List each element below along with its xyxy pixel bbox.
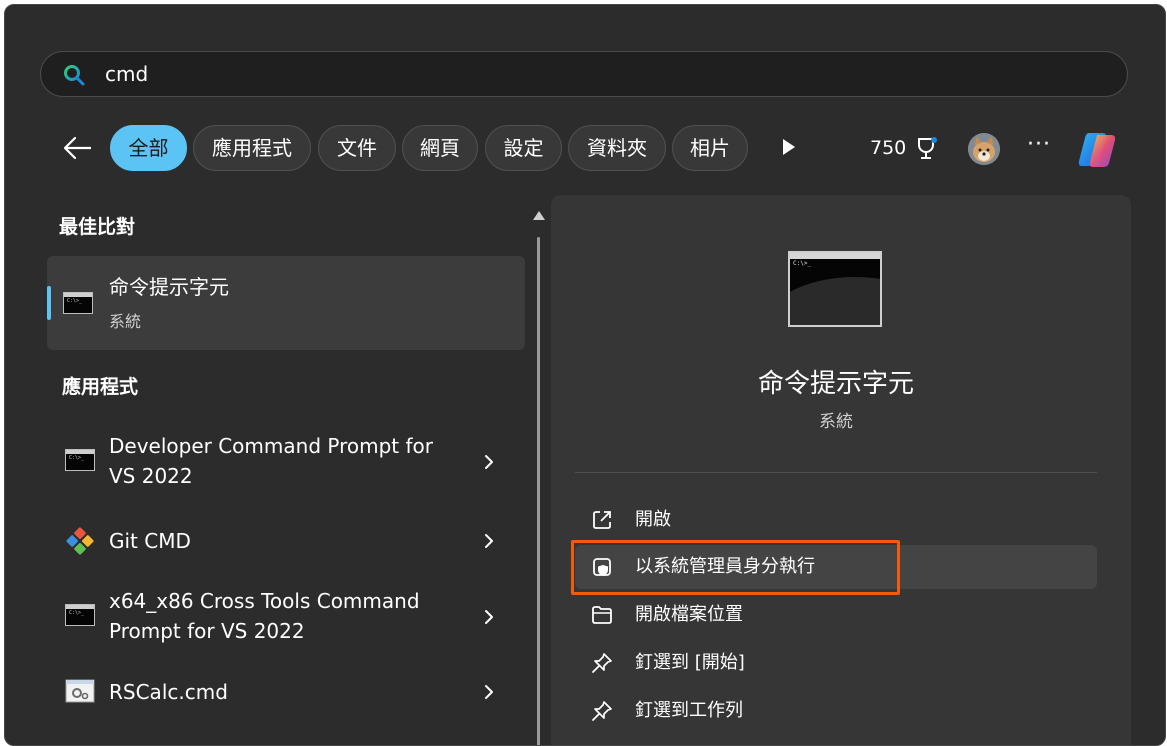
list-item[interactable]: C:\>_ x64_x86 Cross Tools Command Prompt… (47, 580, 525, 652)
tab-web[interactable]: 網頁 (402, 125, 478, 171)
list-item[interactable]: RSCalc.cmd (47, 667, 525, 717)
list-item[interactable]: Git CMD (47, 513, 525, 569)
detail-subtitle: 系統 (819, 412, 853, 432)
cmd-icon: C:\>_ (65, 449, 95, 471)
tab-folders[interactable]: 資料夾 (568, 125, 666, 171)
scrollbar[interactable] (537, 237, 540, 745)
tab-documents[interactable]: 文件 (318, 125, 396, 171)
search-box[interactable] (40, 51, 1128, 97)
chevron-right-icon[interactable] (483, 453, 495, 471)
apps-header: 應用程式 (62, 376, 139, 398)
search-input[interactable] (105, 52, 1005, 96)
tab-all[interactable]: 全部 (110, 125, 187, 171)
list-item-title-line1: Developer Command Prompt for (109, 434, 433, 458)
list-item-title-line1: x64_x86 Cross Tools Command (109, 589, 420, 613)
best-match-item[interactable]: C:\>_ 命令提示字元 系統 (47, 256, 525, 350)
rewards-points[interactable]: 750 (870, 125, 906, 171)
git-icon (66, 527, 94, 555)
chevron-right-icon[interactable] (483, 608, 495, 626)
best-match-title: 命令提示字元 (109, 275, 229, 299)
detail-panel: C:\>_ 命令提示字元 系統 開啟 以系統管理員身分執行 開啟檔案位置 釘選到… (551, 195, 1131, 745)
more-tabs-arrow-icon[interactable] (783, 139, 795, 155)
highlight-box (571, 540, 900, 595)
list-item-title: Git CMD (109, 529, 191, 553)
selection-indicator (47, 286, 51, 320)
tab-apps[interactable]: 應用程式 (193, 125, 311, 171)
back-arrow-icon[interactable] (59, 133, 95, 163)
best-match-header: 最佳比對 (59, 216, 136, 238)
pin-to-taskbar-action[interactable]: 釘選到工作列 (575, 689, 1097, 733)
action-label: 釘選到 [開始] (635, 652, 745, 673)
folder-icon (592, 606, 612, 624)
open-action[interactable]: 開啟 (575, 498, 1097, 542)
open-external-icon (593, 511, 611, 529)
cmd-icon: C:\>_ (63, 292, 93, 314)
scroll-up-arrow-icon[interactable] (533, 211, 545, 220)
rewards-trophy-icon[interactable] (913, 136, 939, 162)
pin-to-start-action[interactable]: 釘選到 [開始] (575, 641, 1097, 685)
action-label: 開啟 (635, 509, 671, 530)
chevron-right-icon[interactable] (483, 532, 495, 550)
list-item[interactable]: C:\>_ Developer Command Prompt for VS 20… (47, 425, 525, 497)
pin-icon (592, 701, 612, 721)
copilot-icon[interactable] (1075, 129, 1123, 169)
search-icon (64, 65, 85, 86)
cmd-icon: C:\>_ (65, 604, 95, 626)
action-label: 開啟檔案位置 (635, 604, 743, 625)
list-item-title-line2: Prompt for VS 2022 (109, 619, 305, 643)
gear-file-icon (65, 679, 95, 703)
list-item-title-line2: VS 2022 (109, 464, 193, 488)
list-item-title: RSCalc.cmd (109, 680, 228, 704)
action-label: 釘選到工作列 (635, 700, 743, 721)
avatar-dog-icon (968, 133, 1000, 165)
more-options-button[interactable]: ··· (1027, 125, 1051, 171)
best-match-subtitle: 系統 (109, 312, 142, 331)
open-file-location-action[interactable]: 開啟檔案位置 (575, 593, 1097, 637)
tab-settings[interactable]: 設定 (485, 125, 562, 171)
tab-photos[interactable]: 相片 (672, 125, 748, 171)
pin-icon (592, 653, 612, 673)
detail-title: 命令提示字元 (757, 369, 914, 399)
filter-tabs: 全部 應用程式 文件 網頁 設定 資料夾 相片 750 ··· (5, 125, 1165, 173)
chevron-right-icon[interactable] (483, 683, 495, 701)
start-search-window: 全部 應用程式 文件 網頁 設定 資料夾 相片 750 (4, 4, 1166, 746)
cmd-large-icon: C:\>_ (788, 251, 882, 327)
avatar[interactable] (968, 133, 1000, 165)
divider (575, 472, 1097, 473)
